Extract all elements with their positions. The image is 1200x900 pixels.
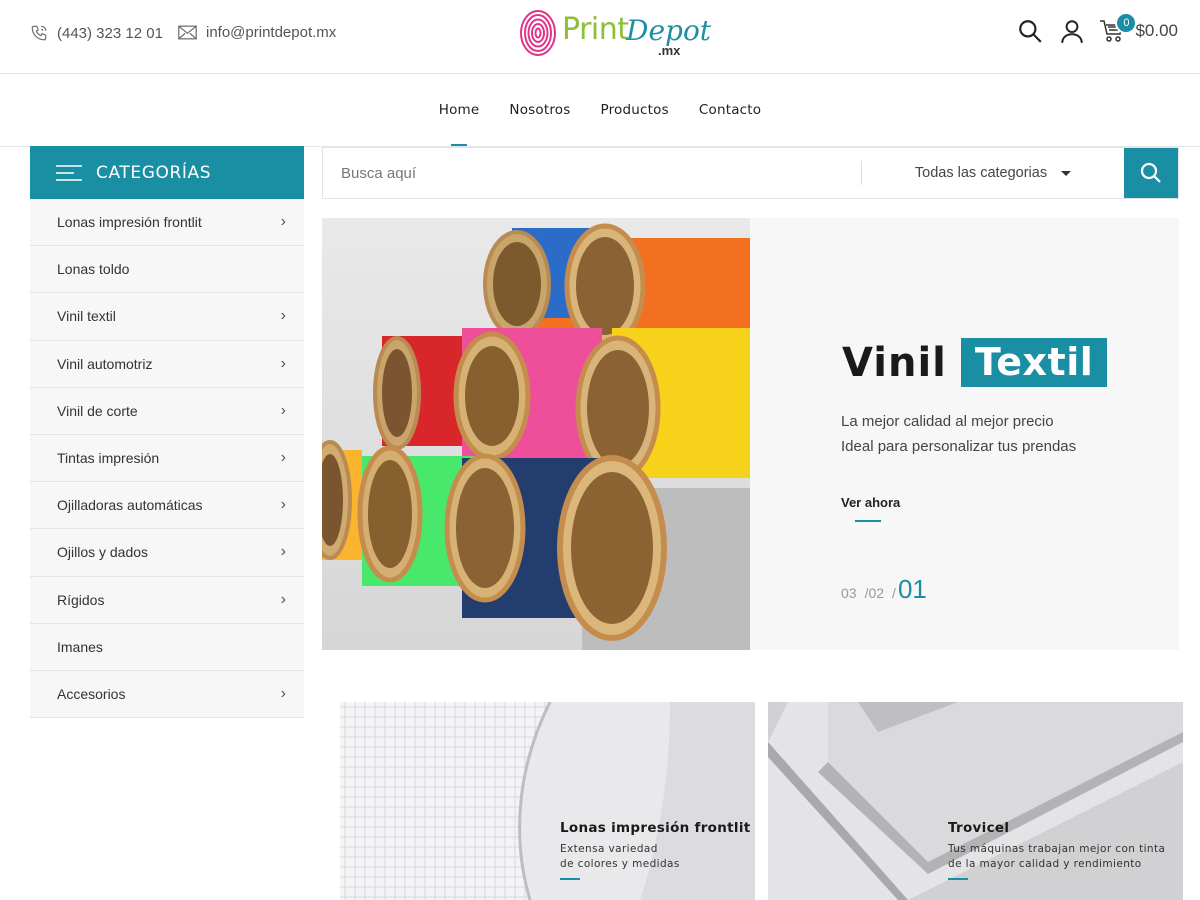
chevron-right-icon: › — [280, 354, 286, 372]
chevron-right-icon: › — [280, 684, 286, 702]
sidebar-category-label: Lonas impresión frontlit — [57, 214, 202, 231]
fingerprint-logo-icon — [520, 10, 556, 56]
chevron-right-icon: › — [280, 496, 286, 514]
chevron-right-icon: › — [280, 213, 286, 231]
top-header: (443) 323 12 01 info@printdepot.mx Print… — [0, 0, 1200, 74]
category-sidebar: CATEGORÍAS Lonas impresión frontlit › Lona… — [30, 146, 304, 719]
sidebar-category-item[interactable]: Lonas toldo — [30, 246, 304, 294]
sidebar-category-label: Vinil automotriz — [57, 355, 153, 372]
phone-icon — [31, 25, 47, 41]
nav-home[interactable]: Home — [439, 102, 480, 118]
category-list: Lonas impresión frontlit › Lonas toldo Vini… — [30, 199, 304, 719]
banner-underline — [560, 878, 580, 880]
nav-productos[interactable]: Productos — [601, 102, 669, 118]
chevron-right-icon: › — [280, 449, 286, 467]
email-address: info@printdepot.mx — [206, 24, 337, 41]
banner-desc-2: de la mayor calidad y rendimiento — [948, 858, 1142, 870]
search-bar: Todas las categorias — [322, 147, 1179, 199]
sidebar-category-item[interactable]: Accesorios › — [30, 670, 304, 719]
search-icon[interactable] — [1017, 18, 1043, 44]
category-select[interactable]: Todas las categorias — [862, 148, 1124, 198]
email-contact[interactable]: info@printdepot.mx — [178, 24, 336, 41]
caret-down-icon — [1061, 170, 1072, 176]
site-logo[interactable]: Print Depot .mx — [518, 8, 711, 60]
hero-cta-link[interactable]: Ver ahora — [841, 495, 900, 510]
banner-trovicel[interactable]: Trovicel Tus máquinas trabajan mejor con… — [768, 702, 1183, 900]
sidebar-category-item[interactable]: Vinil de corte › — [30, 387, 304, 435]
banner-title: Lonas impresión frontlit — [560, 820, 751, 836]
sidebar-category-label: Imanes — [57, 638, 103, 655]
slide-indicator-3[interactable]: 03 — [841, 585, 857, 601]
categories-title: CATEGORÍAS — [96, 162, 212, 183]
chevron-right-icon: › — [280, 543, 286, 561]
phone-contact[interactable]: (443) 323 12 01 — [30, 24, 163, 42]
chevron-right-icon: › — [280, 590, 286, 608]
main-nav: Home Nosotros Productos Contacto — [0, 74, 1200, 147]
cta-underline — [855, 520, 881, 522]
sidebar-category-item[interactable]: Tintas impresión › — [30, 434, 304, 483]
hero-title: Vinil Textil — [842, 338, 1108, 387]
slide-indicator-current[interactable]: 01 — [898, 574, 927, 605]
sidebar-category-label: Accesorios — [57, 685, 126, 702]
sidebar-category-label: Rígidos — [57, 591, 105, 608]
sidebar-category-label: Vinil textil — [57, 308, 116, 325]
sidebar-category-item[interactable]: Lonas impresión frontlit › — [30, 199, 304, 247]
sidebar-category-item[interactable]: Imanes — [30, 623, 304, 671]
user-icon[interactable] — [1059, 18, 1085, 44]
menu-icon — [56, 164, 82, 181]
sidebar-category-label: Vinil de corte — [57, 402, 138, 419]
categories-header[interactable]: CATEGORÍAS — [30, 146, 304, 199]
banner-lonas[interactable]: Lonas impresión frontlit Extensa varieda… — [340, 702, 755, 900]
nav-nosotros[interactable]: Nosotros — [509, 102, 570, 118]
chevron-right-icon: › — [280, 401, 286, 419]
sidebar-category-item[interactable]: Rígidos › — [30, 576, 304, 624]
header-actions: 0 $0.00 — [1001, 12, 1178, 44]
cart-button[interactable]: 0 $0.00 — [1099, 12, 1178, 43]
slide-pager-slash: / — [892, 585, 896, 601]
sidebar-category-label: Lonas toldo — [57, 261, 130, 278]
sidebar-category-item[interactable]: Vinil textil › — [30, 293, 304, 341]
sidebar-category-item[interactable]: Ojillos y dados › — [30, 529, 304, 577]
slide-indicator-2[interactable]: /02 — [865, 585, 884, 601]
slide-pager: 03 /02 / 01 — [841, 574, 927, 605]
hero-title-highlight: Textil — [960, 338, 1108, 387]
banner-desc-1: Extensa variedad — [560, 843, 658, 855]
cart-count-badge: 0 — [1115, 12, 1138, 34]
banner-lonas-text: Lonas impresión frontlit Extensa varieda… — [560, 820, 751, 880]
banner-underline — [948, 878, 968, 880]
sidebar-category-item[interactable]: Ojilladoras automáticas › — [30, 482, 304, 530]
sidebar-category-label: Ojilladoras automáticas — [57, 497, 203, 514]
hero-subtitle-1: La mejor calidad al mejor precio — [841, 413, 1054, 430]
phone-number: (443) 323 12 01 — [57, 24, 163, 42]
nav-contacto[interactable]: Contacto — [699, 102, 761, 118]
sidebar-category-label: Ojillos y dados — [57, 544, 149, 561]
search-icon — [1140, 162, 1161, 183]
search-button[interactable] — [1124, 148, 1178, 198]
search-input[interactable] — [323, 148, 861, 198]
banner-title: Trovicel — [948, 820, 1010, 836]
chevron-right-icon: › — [280, 307, 286, 325]
cart-total: $0.00 — [1135, 21, 1178, 40]
mail-icon — [178, 25, 197, 40]
banner-trovicel-text: Trovicel Tus máquinas trabajan mejor con… — [948, 820, 1165, 880]
banner-desc-2: de colores y medidas — [560, 858, 680, 870]
hero-slider: Vinil Textil La mejor calidad al mejor p… — [322, 218, 1179, 650]
hero-title-plain: Vinil — [842, 339, 947, 386]
sidebar-category-label: Tintas impresión — [57, 450, 160, 467]
vinyl-rolls-image — [322, 218, 750, 650]
category-select-value: Todas las categorias — [914, 165, 1048, 181]
logo-print-text: Print — [562, 12, 629, 47]
sidebar-category-item[interactable]: Vinil automotriz › — [30, 340, 304, 388]
logo-mx-text: .mx — [658, 43, 681, 58]
banner-desc-1: Tus máquinas trabajan mejor con tinta — [948, 843, 1166, 855]
hero-subtitle-2: Ideal para personalizar tus prendas — [841, 438, 1077, 455]
